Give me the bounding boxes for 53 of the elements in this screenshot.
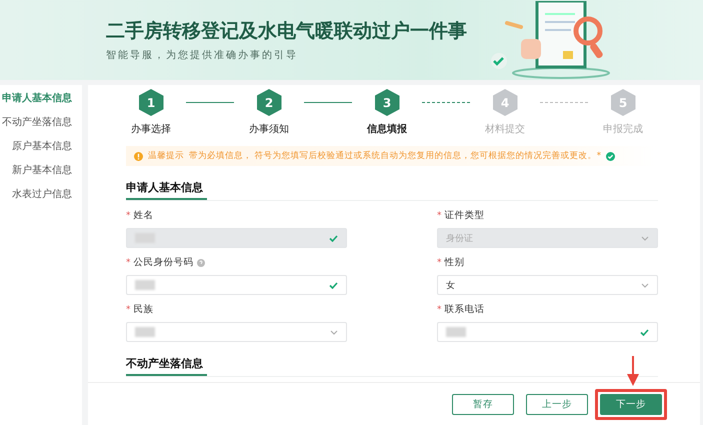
redacted-value: [135, 327, 155, 337]
field-label: * 证件类型: [437, 210, 486, 222]
step-number: 4: [492, 89, 518, 116]
step-label: 信息填报: [367, 122, 407, 136]
chevron-down-icon: [330, 330, 338, 334]
sidebar-item[interactable]: 新户基本信息: [12, 163, 72, 177]
sidebar-item[interactable]: 水表过户信息: [12, 187, 72, 201]
step-label: 申报完成: [603, 122, 643, 136]
step-number: 1: [138, 89, 164, 116]
step-label: 办事须知: [249, 122, 289, 136]
step-number: 3: [374, 89, 400, 116]
section-title: 申请人基本信息: [126, 180, 207, 200]
field-label: * 性别: [437, 257, 466, 269]
service-subtitle: 智能导服，为您提供准确办事的引导: [106, 48, 299, 62]
check-icon: [329, 282, 338, 288]
select-field[interactable]: [437, 322, 658, 342]
sidebar-item[interactable]: 不动产坐落信息: [2, 115, 72, 129]
check-icon: [640, 328, 649, 336]
help-icon: [196, 259, 204, 267]
field-value: 身份证: [446, 232, 473, 244]
field-label: * 民族: [126, 304, 154, 316]
notice-heading: 温馨提示: [148, 150, 184, 162]
step-number: 2: [256, 89, 282, 116]
select-field[interactable]: [126, 322, 347, 342]
step-label: 办事选择: [131, 122, 171, 136]
check-icon: [329, 234, 338, 242]
step-label: 材料提交: [485, 122, 525, 136]
form-button[interactable]: 暂存: [452, 394, 514, 414]
check-circle-icon: [606, 152, 615, 160]
step-connector: [540, 102, 588, 103]
field-value: 女: [446, 280, 455, 292]
service-title: 二手房转移登记及水电气暖联动过户一件事: [106, 19, 467, 44]
field-label: * 姓名: [126, 210, 154, 222]
redacted-value: [135, 280, 155, 290]
form-button[interactable]: 上一步: [526, 394, 588, 414]
next-button[interactable]: 下一步: [600, 394, 662, 414]
chevron-down-icon: [641, 236, 649, 240]
notice-text: 带为必填信息， 符号为您填写后校验通过或系统自动为您复用的信息，您可根据您的情况完善或更改。*: [189, 150, 601, 162]
select-field[interactable]: [126, 275, 347, 295]
sidebar-item[interactable]: 申请人基本信息: [2, 91, 72, 105]
chevron-down-icon: [641, 282, 649, 288]
sidebar-item[interactable]: 原户基本信息: [12, 139, 72, 153]
select-field[interactable]: 女: [437, 275, 658, 295]
step-connector: [186, 102, 234, 103]
step-connector: [422, 102, 470, 103]
section-title: 不动产坐落信息: [126, 356, 207, 376]
step-number: 5: [610, 89, 636, 116]
pointer-arrow-icon: [627, 356, 639, 386]
redacted-value: [446, 327, 466, 337]
field-label: * 公民身份号码: [126, 257, 347, 269]
info-icon: [134, 152, 143, 160]
field-label: * 联系电话: [437, 304, 486, 316]
step-connector: [304, 102, 352, 103]
